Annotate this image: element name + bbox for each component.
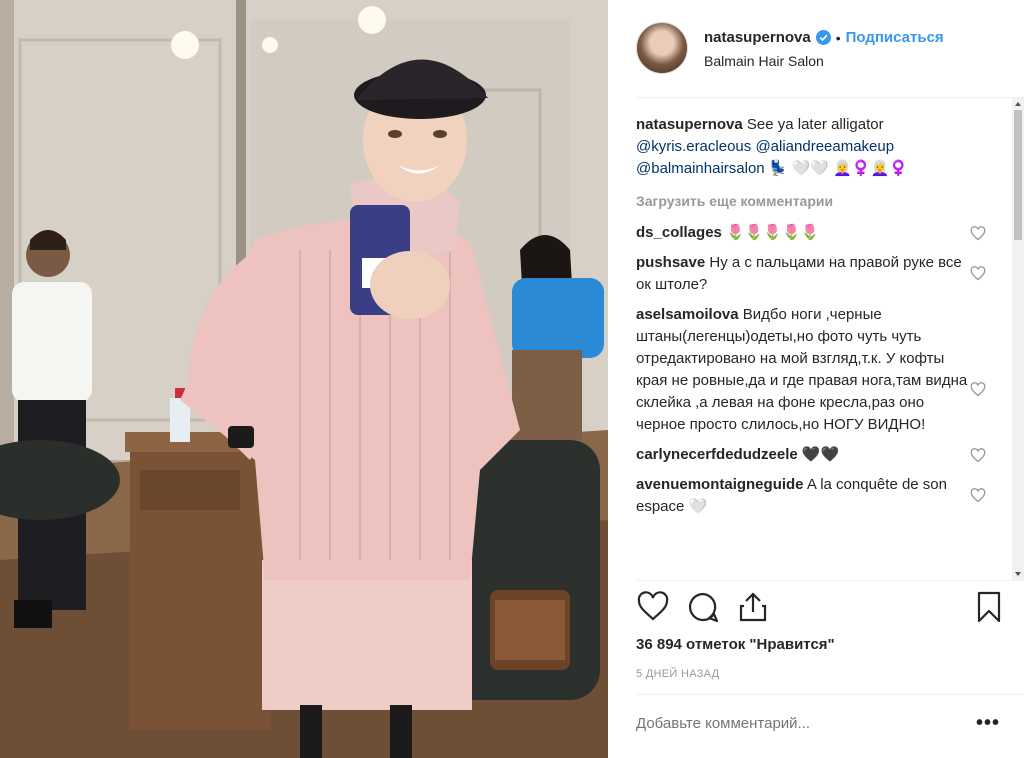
verified-badge-icon (815, 30, 831, 45)
post-location[interactable]: Balmain Hair Salon (704, 53, 824, 69)
comment-text: 🌷🌷🌷🌷🌷 (726, 224, 820, 241)
post-sidebar: natasupernova • Подписаться Balmain Hair… (608, 0, 1024, 758)
bookmark-icon[interactable] (972, 590, 1006, 624)
comment-text: Видбо ноги ,черные штаны(легенцы)одеты,н… (636, 306, 968, 433)
separator-dot: • (835, 29, 841, 46)
comment-username[interactable]: aselsamoilova (636, 306, 739, 323)
comment-text: 🖤🖤 (801, 446, 840, 463)
scrollbar-thumb[interactable] (1014, 110, 1022, 240)
scroll-down-arrow-icon[interactable] (1015, 572, 1021, 576)
scroll-up-arrow-icon[interactable] (1015, 102, 1021, 106)
caption-username[interactable]: natasupernova (636, 116, 743, 133)
caption: natasupernova See ya later alligator @ky… (636, 114, 1008, 180)
action-bar (636, 590, 1006, 626)
comment-item: carlynecerfdedudzeele 🖤🖤 (636, 444, 1008, 466)
comment-username[interactable]: carlynecerfdedudzeele (636, 446, 798, 463)
comments-scrollbar[interactable] (1012, 98, 1024, 580)
comment-username[interactable]: avenuemontaigneguide (636, 476, 804, 493)
comment-username[interactable]: pushsave (636, 254, 705, 271)
like-comment-heart-icon[interactable] (970, 226, 986, 241)
author-line: natasupernova • Подписаться (704, 29, 944, 46)
author-username[interactable]: natasupernova (704, 29, 811, 46)
comment-item: pushsave Ну а с пальцами на правой руке … (636, 252, 1008, 296)
comment-item: avenuemontaigneguide A la conquête de so… (636, 474, 1008, 518)
like-comment-heart-icon[interactable] (970, 488, 986, 503)
caption-emoji: 💺 🤍🤍 👩‍🦳♀️👩‍🦳♀️ (768, 160, 908, 177)
comment-username[interactable]: ds_collages (636, 224, 722, 241)
follow-button[interactable]: Подписаться (846, 29, 944, 46)
author-avatar[interactable] (636, 22, 688, 74)
mention-link[interactable]: @balmainhairsalon (636, 160, 765, 177)
post-timestamp[interactable]: 5 ДНЕЙ НАЗАД (636, 668, 719, 680)
more-options-icon[interactable]: ••• (976, 712, 1000, 735)
like-comment-heart-icon[interactable] (970, 266, 986, 281)
load-more-comments-button[interactable]: Загрузить еще комментарии (636, 190, 1008, 212)
like-heart-icon[interactable] (636, 590, 670, 624)
comment-bubble-icon[interactable] (686, 590, 720, 624)
mirror-selfie-image (0, 0, 608, 758)
header-divider (636, 97, 1024, 98)
likes-count[interactable]: 36 894 отметок "Нравится" (636, 636, 835, 653)
mention-link[interactable]: @aliandreeamakeup (755, 138, 894, 155)
share-icon[interactable] (736, 590, 770, 624)
add-comment-input[interactable] (636, 715, 946, 732)
like-comment-heart-icon[interactable] (970, 448, 986, 463)
caption-text: See ya later alligator (746, 116, 884, 133)
actions-divider (636, 580, 1024, 581)
comment-input-divider (636, 694, 1024, 695)
mention-link[interactable]: @kyris.eracleous (636, 138, 751, 155)
comment-item: aselsamoilova Видбо ноги ,черные штаны(л… (636, 304, 1008, 436)
comment-item: ds_collages 🌷🌷🌷🌷🌷 (636, 222, 1008, 244)
post-header: natasupernova • Подписаться Balmain Hair… (608, 0, 1024, 98)
post-photo[interactable] (0, 0, 608, 758)
like-comment-heart-icon[interactable] (970, 382, 986, 397)
comments-list: natasupernova See ya later alligator @ky… (636, 114, 1008, 580)
